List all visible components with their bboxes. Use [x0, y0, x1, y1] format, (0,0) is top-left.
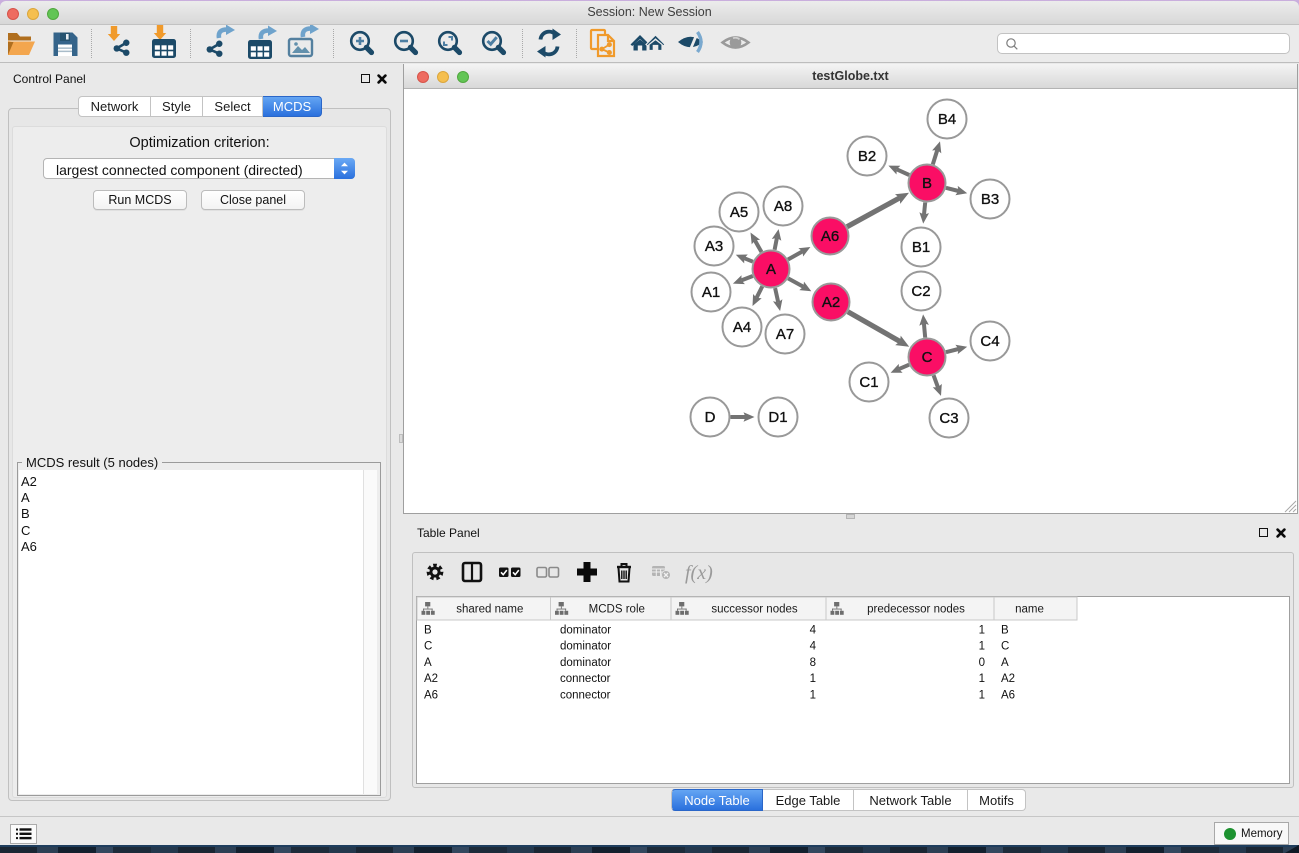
svg-text:B: B: [1001, 625, 1009, 637]
svg-text:0: 0: [979, 657, 985, 669]
svg-text:C3: C3: [939, 410, 958, 427]
svg-text:A8: A8: [774, 198, 792, 215]
svg-text:1: 1: [810, 689, 816, 701]
svg-text:A: A: [1001, 657, 1009, 669]
svg-text:predecessor nodes: predecessor nodes: [867, 604, 965, 616]
svg-text:A2: A2: [424, 673, 438, 685]
svg-text:A6: A6: [424, 689, 438, 701]
svg-text:1: 1: [979, 625, 985, 637]
svg-text:1: 1: [810, 673, 816, 685]
svg-text:f(x): f(x): [685, 562, 713, 584]
svg-text:B3: B3: [981, 191, 999, 208]
svg-text:A2: A2: [1001, 673, 1015, 685]
svg-text:C: C: [1001, 641, 1009, 653]
svg-text:MCDS role: MCDS role: [589, 604, 645, 616]
svg-text:1: 1: [979, 641, 985, 653]
svg-text:A4: A4: [733, 319, 751, 336]
svg-text:C: C: [922, 349, 933, 366]
svg-text:B4: B4: [938, 111, 956, 128]
svg-text:dominator: dominator: [560, 625, 611, 637]
svg-text:A: A: [766, 261, 776, 278]
svg-text:4: 4: [810, 641, 817, 653]
svg-text:4: 4: [810, 625, 817, 637]
svg-text:A6: A6: [1001, 689, 1015, 701]
svg-text:B2: B2: [858, 148, 876, 165]
svg-text:D1: D1: [768, 409, 787, 426]
svg-text:A3: A3: [705, 238, 723, 255]
svg-text:C4: C4: [980, 333, 999, 350]
svg-text:successor nodes: successor nodes: [711, 604, 798, 616]
svg-text:C: C: [424, 641, 432, 653]
svg-text:connector: connector: [560, 673, 611, 685]
svg-text:8: 8: [810, 657, 816, 669]
svg-text:D: D: [705, 409, 716, 426]
svg-text:C2: C2: [911, 283, 930, 300]
svg-text:C1: C1: [859, 374, 878, 391]
svg-text:A7: A7: [776, 326, 794, 343]
svg-text:A: A: [424, 657, 432, 669]
svg-text:B: B: [424, 625, 432, 637]
svg-text:dominator: dominator: [560, 641, 611, 653]
svg-text:A5: A5: [730, 204, 748, 221]
svg-text:shared name: shared name: [456, 604, 523, 616]
svg-text:dominator: dominator: [560, 657, 611, 669]
svg-text:A2: A2: [822, 294, 840, 311]
svg-text:1: 1: [979, 673, 985, 685]
svg-text:A6: A6: [821, 228, 839, 245]
svg-text:B1: B1: [912, 239, 930, 256]
svg-text:B: B: [922, 175, 932, 192]
svg-text:1: 1: [979, 689, 985, 701]
svg-text:connector: connector: [560, 689, 611, 701]
svg-text:A1: A1: [702, 284, 720, 301]
svg-text:name: name: [1015, 604, 1044, 616]
